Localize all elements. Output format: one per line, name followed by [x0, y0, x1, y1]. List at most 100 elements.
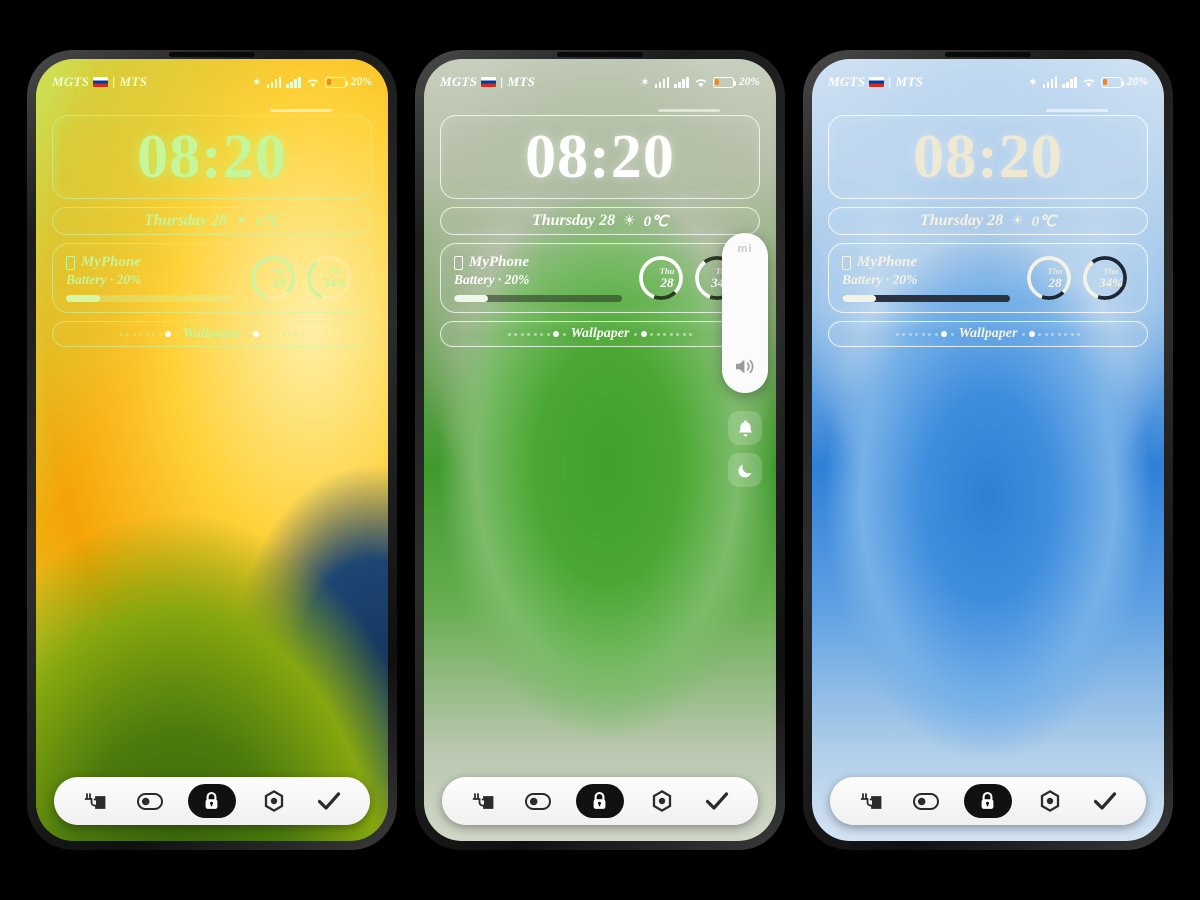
status-icons: ✶ 20% [640, 76, 760, 88]
device-title: MyPhone [842, 254, 1021, 271]
wallpaper-dots-left[interactable] [63, 331, 178, 337]
sun-icon: ☀ [235, 213, 248, 229]
wifi-icon [1082, 77, 1096, 88]
battery-info: MyPhone Battery · 20% [842, 254, 1021, 302]
phone-screen[interactable]: MGTS | MTS ✶ 20% 08:20 Thursday 28 ☀ 0℃ … [812, 59, 1164, 841]
signal-bars-icon-1 [654, 76, 670, 88]
battery-progress-fill [842, 295, 876, 302]
wallpaper-dots-left[interactable] [451, 331, 566, 337]
phone-icon [842, 255, 851, 270]
charging-icon[interactable] [854, 784, 888, 818]
lock-icon[interactable] [963, 784, 1012, 818]
bell-icon[interactable] [728, 411, 762, 445]
lock-icon[interactable] [187, 784, 236, 818]
signal-bars-icon-2 [1062, 76, 1077, 88]
phone-screen[interactable]: MGTS | MTS ✶ 20% 08:20 Thursday 28 ☀ 0℃ … [36, 59, 388, 841]
earpiece-speaker [945, 52, 1031, 57]
ring-widget-date-label-wrap: Thu 28 [257, 256, 301, 300]
clock-time: 08:20 [137, 123, 287, 191]
carrier-separator: | [112, 74, 116, 89]
toggle-icon[interactable] [133, 784, 167, 818]
nut-icon[interactable] [645, 784, 679, 818]
wallpaper-selector-widget[interactable]: Wallpaper [440, 321, 760, 347]
check-icon[interactable] [700, 784, 734, 818]
ring-date-labels: Thu 28 [645, 256, 689, 300]
phone-mockup-green: MGTS | MTS ✶ 20% 08:20 Thursday 28 ☀ 0℃ … [415, 50, 785, 850]
battery-icon [712, 76, 737, 88]
ru-flag-icon [869, 77, 885, 87]
lock-icon[interactable] [575, 784, 624, 818]
widget-stack: 08:20 Thursday 28 ☀ 0℃ MyPhone Battery ·… [52, 115, 372, 355]
toggle-icon[interactable] [521, 784, 555, 818]
check-icon[interactable] [312, 784, 346, 818]
status-bar: MGTS | MTS ✶ 20% [812, 59, 1164, 97]
wallpaper-selector-widget[interactable]: Wallpaper [52, 321, 372, 347]
speaker-icon[interactable] [734, 357, 756, 381]
carrier-primary: MGTS [440, 74, 478, 89]
date-weather-widget[interactable]: Thursday 28 ☀ 0℃ [440, 207, 760, 235]
phone-screen[interactable]: MGTS | MTS ✶ 20% 08:20 Thursday 28 ☀ 0℃ … [424, 59, 776, 841]
wallpaper-dots-right[interactable] [1022, 331, 1137, 337]
moon-icon[interactable] [728, 453, 762, 487]
bottom-toolbar [442, 777, 758, 825]
earpiece-speaker [557, 52, 643, 57]
carrier-label: MGTS | MTS [440, 74, 535, 90]
notch-indicator-line [270, 109, 332, 112]
device-name: MyPhone [857, 254, 917, 270]
clock-widget[interactable]: 08:20 [828, 115, 1148, 199]
battery-progress-fill [454, 295, 488, 302]
carrier-label: MGTS | MTS [52, 74, 147, 90]
status-bar: MGTS | MTS ✶ 20% [36, 59, 388, 97]
sun-icon: ☀ [623, 213, 636, 229]
signal-bars-icon-2 [286, 76, 301, 88]
wallpaper-dots-right[interactable] [246, 331, 361, 337]
ring-percent-bottom: 34% [323, 275, 347, 291]
carrier-primary: MGTS [828, 74, 866, 89]
ring-date-bottom: 28 [660, 275, 674, 291]
check-icon[interactable] [1088, 784, 1122, 818]
carrier-separator: | [888, 74, 892, 89]
battery-info: MyPhone Battery · 20% [454, 254, 633, 302]
battery-progress-fill [66, 295, 100, 302]
ring-date-labels: Thu 28 [1033, 256, 1077, 300]
widget-stack: 08:20 Thursday 28 ☀ 0℃ MyPhone Battery ·… [440, 115, 760, 355]
charging-icon[interactable] [78, 784, 112, 818]
ring-date-bottom: 28 [272, 275, 286, 291]
battery-widget[interactable]: MyPhone Battery · 20% Thu 28 Thu [52, 243, 372, 313]
wallpaper-selector-widget[interactable]: Wallpaper [828, 321, 1148, 347]
ring-percent-top: Thu [327, 265, 343, 276]
carrier-primary: MGTS [52, 74, 90, 89]
date-label: Thursday 28 [919, 212, 1004, 229]
phone-icon [66, 255, 75, 270]
battery-info: MyPhone Battery · 20% [66, 254, 245, 302]
bottom-toolbar [54, 777, 370, 825]
carrier-secondary: MTS [507, 74, 536, 89]
phone-mockup-blue: MGTS | MTS ✶ 20% 08:20 Thursday 28 ☀ 0℃ … [803, 50, 1173, 850]
volume-panel[interactable]: mi [722, 233, 768, 393]
nut-icon[interactable] [257, 784, 291, 818]
battery-widget[interactable]: MyPhone Battery · 20% Thu 28 Thu [440, 243, 760, 313]
clock-widget[interactable]: 08:20 [440, 115, 760, 199]
wallpaper-label: Wallpaper [958, 326, 1018, 341]
ru-flag-icon [481, 77, 497, 87]
nut-icon[interactable] [1033, 784, 1067, 818]
sun-icon: ☀ [1011, 213, 1024, 229]
clock-widget[interactable]: 08:20 [52, 115, 372, 199]
bottom-toolbar [830, 777, 1146, 825]
battery-widget[interactable]: MyPhone Battery · 20% Thu 28 Thu [828, 243, 1148, 313]
status-bar: MGTS | MTS ✶ 20% [424, 59, 776, 97]
temperature-label: 0℃ [643, 213, 669, 230]
battery-label: Battery · 20% [66, 272, 142, 287]
date-label: Thursday 28 [531, 212, 616, 229]
date-weather-widget[interactable]: Thursday 28 ☀ 0℃ [52, 207, 372, 235]
carrier-separator: | [500, 74, 504, 89]
date-weather-widget[interactable]: Thursday 28 ☀ 0℃ [828, 207, 1148, 235]
bluetooth-icon: ✶ [1027, 75, 1038, 89]
carrier-label: MGTS | MTS [828, 74, 923, 90]
toggle-icon[interactable] [909, 784, 943, 818]
charging-icon[interactable] [466, 784, 500, 818]
wallpaper-dots-left[interactable] [839, 331, 954, 337]
ring-percent-labels: Thu 34% [1089, 256, 1133, 300]
earpiece-speaker [169, 52, 255, 57]
battery-label: Battery · 20% [842, 272, 918, 287]
